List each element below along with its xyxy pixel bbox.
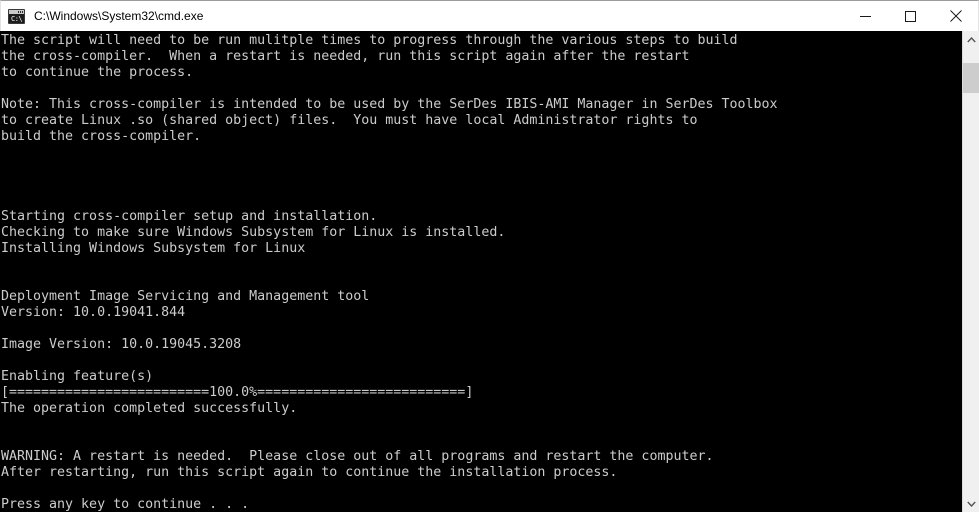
scroll-down-button[interactable]: [963, 495, 979, 512]
cmd-icon-titlebar: [9, 9, 24, 14]
console-text: The script will need to be run mulitple …: [1, 33, 778, 512]
minimize-icon: [860, 15, 871, 17]
title-bar[interactable]: C:\ C:\Windows\System32\cmd.exe: [0, 0, 979, 31]
vertical-scrollbar[interactable]: [962, 31, 979, 512]
maximize-button[interactable]: [888, 1, 933, 31]
cmd-icon-prompt-text: C:\: [11, 14, 23, 23]
cmd-exe-icon: C:\: [8, 8, 25, 24]
scroll-track[interactable]: [963, 48, 979, 495]
title-bar-left: C:\ C:\Windows\System32\cmd.exe: [1, 1, 843, 31]
close-icon: [949, 10, 962, 22]
chevron-down-icon: [966, 501, 976, 507]
cmd-window: C:\ C:\Windows\System32\cmd.exe The scri…: [0, 0, 979, 512]
scroll-thumb[interactable]: [963, 63, 979, 93]
maximize-icon: [905, 10, 916, 22]
scroll-up-button[interactable]: [963, 31, 979, 48]
chevron-up-icon: [966, 36, 976, 42]
window-controls: [843, 1, 978, 31]
console-output-area[interactable]: The script will need to be run mulitple …: [0, 31, 979, 512]
window-title: C:\Windows\System32\cmd.exe: [34, 9, 204, 23]
close-button[interactable]: [933, 1, 978, 31]
minimize-button[interactable]: [843, 1, 888, 31]
